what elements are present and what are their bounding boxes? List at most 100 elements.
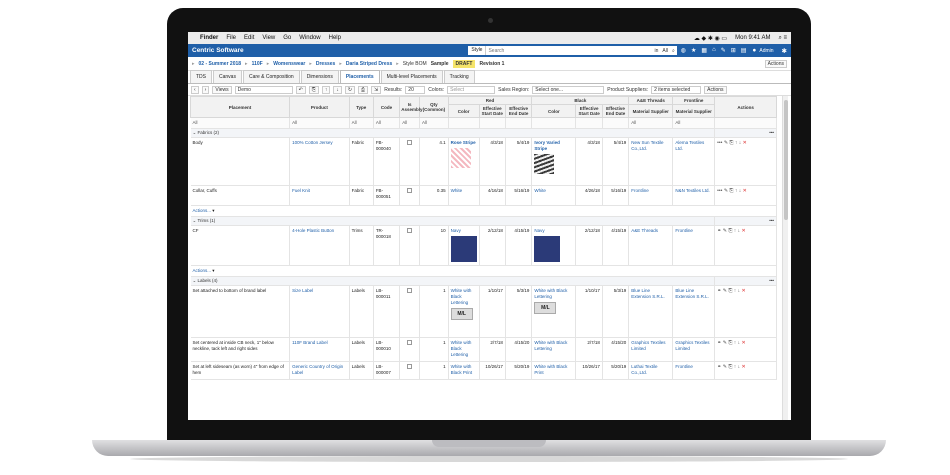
ae-supplier-link[interactable]: Frontline — [628, 185, 674, 206]
copy-icon[interactable]: ⎘ — [308, 85, 319, 94]
group-header-trims[interactable]: ⌄ Trims (1) ••• — [190, 216, 777, 226]
link-icon[interactable]: ⚭ — [717, 364, 721, 370]
assembly-checkbox[interactable] — [407, 340, 413, 345]
brand-logo[interactable]: Centric Software — [192, 47, 244, 54]
results-select[interactable]: 20 — [405, 85, 426, 94]
black-color-link[interactable]: White with Black Lettering — [531, 337, 577, 362]
assembly-checkbox[interactable] — [407, 288, 413, 293]
menu-help[interactable]: Help — [329, 35, 341, 41]
header-actions-button[interactable]: Actions — [764, 59, 787, 68]
up-icon[interactable]: ↑ — [734, 228, 737, 234]
sample-select[interactable]: Sample — [431, 61, 449, 67]
menu-go[interactable]: Go — [283, 35, 291, 41]
red-color-link[interactable]: White with Black Lettering — [448, 337, 480, 362]
black-color-link[interactable]: White — [531, 185, 577, 206]
breadcrumb-department[interactable]: Womenswear — [273, 61, 305, 67]
search-icon[interactable]: ⌕ — [670, 48, 677, 54]
col-product[interactable]: Product — [289, 96, 350, 118]
frontline-supplier-link[interactable]: Blue Line Extension S.R.L. — [672, 285, 716, 338]
breadcrumb-category[interactable]: Dresses — [316, 61, 335, 67]
black-color-link[interactable]: White with Black Print — [531, 361, 577, 380]
grid-actions-button[interactable]: Actions — [704, 85, 727, 94]
table-row[interactable]: Set attached to bottom of brand label Si… — [190, 285, 777, 338]
black-color-link[interactable]: Ivory Varied Stripe — [534, 140, 573, 152]
edit-icon[interactable]: ✎ — [724, 188, 728, 194]
scroll-thumb[interactable] — [784, 100, 788, 220]
sales-region-select[interactable]: Select one... — [532, 85, 605, 94]
edit-icon[interactable]: ✎ — [723, 364, 727, 370]
down-icon[interactable]: ↓ — [738, 340, 741, 346]
copy-icon[interactable]: ⎘ — [728, 288, 732, 294]
copy-icon[interactable]: ⎘ — [728, 364, 732, 370]
up-icon[interactable]: ↑ — [734, 340, 737, 346]
breadcrumb-style-bom[interactable]: Style BOM — [403, 61, 427, 67]
product-link[interactable]: 100% Cotton Jersey — [289, 137, 350, 186]
edit-icon[interactable]: ✎ — [724, 140, 728, 146]
table-row[interactable]: Body 100% Cotton Jersey Fabric FB-000040… — [190, 137, 777, 186]
col-qty[interactable]: Qty (Common) — [419, 96, 449, 118]
assembly-checkbox[interactable] — [407, 228, 413, 233]
red-color-link[interactable]: White — [448, 185, 480, 206]
product-link[interactable]: 4-Hole Plastic Button — [289, 225, 350, 266]
trims-actions-link[interactable]: Actions... — [193, 268, 212, 273]
search-all-select[interactable]: All — [660, 48, 670, 54]
filter-code[interactable]: All — [373, 117, 401, 129]
menu-finder[interactable]: Finder — [200, 35, 218, 41]
up-icon[interactable]: ↑ — [734, 364, 737, 370]
grid-icon[interactable]: ▦ — [701, 47, 707, 54]
table-row[interactable]: Set centered at inside CB neck, 1" below… — [190, 337, 777, 362]
link-icon[interactable]: ⚭ — [717, 340, 721, 346]
col-black-start[interactable]: Effective Start Date — [575, 104, 603, 118]
globe-icon[interactable]: ◍ — [681, 47, 686, 54]
view-select[interactable]: Demo — [234, 85, 293, 94]
tab-multi-level-placements[interactable]: Multi-level Placements — [380, 70, 443, 83]
filter-qty[interactable]: All — [419, 117, 449, 129]
product-suppliers-select[interactable]: 2 items selected — [651, 85, 702, 94]
export-icon[interactable]: ⇲ — [371, 85, 382, 94]
search-input[interactable] — [486, 46, 653, 55]
down-icon[interactable]: ↓ — [738, 364, 741, 370]
more-icon[interactable]: ••• — [714, 128, 777, 138]
delete-icon[interactable]: ✕ — [742, 364, 746, 370]
edit-icon[interactable]: ✎ — [723, 288, 727, 294]
col-placement[interactable]: Placement — [190, 96, 291, 118]
up-icon[interactable]: ↑ — [735, 188, 738, 194]
assembly-checkbox[interactable] — [407, 364, 413, 369]
chevron-down-icon[interactable]: ▾ — [212, 208, 214, 213]
copy-icon[interactable]: ⎘ — [729, 188, 733, 194]
filter-product[interactable]: All — [289, 117, 350, 129]
table-row[interactable]: Set at left sideseam (as worn) 4" from e… — [190, 361, 777, 380]
more-icon[interactable]: ••• — [714, 276, 777, 286]
col-black-end[interactable]: Effective End Date — [601, 104, 630, 118]
down-icon[interactable]: ↓ — [739, 188, 742, 194]
menubar-clock[interactable]: Mon 9:41 AM — [735, 35, 770, 41]
product-link[interactable]: Fuel Knit — [289, 185, 350, 206]
breadcrumb-style[interactable]: Daria Striped Dress — [346, 61, 392, 67]
more-icon[interactable]: ••• — [717, 140, 722, 146]
col-red-start[interactable]: Effective Start Date — [478, 104, 506, 118]
revision-select[interactable]: Revision 1 — [479, 61, 504, 67]
copy-icon[interactable]: ⎘ — [728, 228, 732, 234]
col-frontline-supplier[interactable]: Material Supplier — [672, 104, 716, 118]
ae-supplier-link[interactable]: Blue Line Extension S.R.L. — [628, 285, 674, 338]
views-button[interactable]: Views — [212, 85, 232, 94]
bookmark-icon[interactable]: ▤ — [741, 47, 747, 54]
down-icon[interactable]: ↓ — [739, 140, 742, 146]
copy-icon[interactable]: ⎘ — [728, 340, 732, 346]
settings-icon[interactable]: ✱ — [782, 47, 787, 55]
red-color-link[interactable]: White with Black Print — [448, 361, 480, 380]
more-icon[interactable]: ••• — [717, 188, 722, 194]
assembly-checkbox[interactable] — [407, 188, 413, 193]
print-icon[interactable]: ⎙ — [358, 85, 369, 94]
frontline-supplier-link[interactable]: Frontline — [672, 225, 716, 266]
tools-icon[interactable]: ✎ — [721, 47, 726, 54]
move-up-icon[interactable]: ↑ — [321, 85, 331, 94]
product-link[interactable]: 110F Brand Label — [289, 337, 350, 362]
more-icon[interactable]: ••• — [714, 216, 777, 226]
up-icon[interactable]: ↑ — [734, 288, 737, 294]
col-red-end[interactable]: Effective End Date — [504, 104, 533, 118]
menu-file[interactable]: File — [226, 35, 236, 41]
user-icon[interactable]: ● — [752, 47, 756, 54]
col-code[interactable]: Code — [372, 96, 401, 118]
up-icon[interactable]: ↑ — [735, 140, 738, 146]
